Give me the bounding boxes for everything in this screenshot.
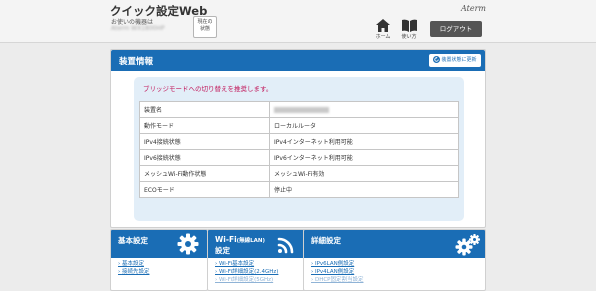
card-wifi-settings: Wi-Fi(無線LAN) 設定 › Wi-Fi基本設定 › Wi-Fi詳細設定(…: [207, 229, 306, 291]
nav-manual-label: 使い方: [401, 34, 417, 40]
current-status-label-1: 現在の: [197, 19, 213, 25]
link-wifi-detail-24ghz[interactable]: › Wi-Fi詳細設定(2.4GHz): [215, 267, 278, 275]
book-icon: [401, 19, 417, 32]
bridge-mode-notice: ブリッジモードへの切り替えを推奨します。: [143, 85, 273, 93]
wifi-icon: [277, 237, 294, 254]
card-title-line2: 設定: [215, 246, 230, 255]
gears-icon: [455, 234, 480, 256]
row-label: IPv4接続状態: [139, 133, 270, 150]
row-value: IPv6インターネット利用可能: [269, 149, 459, 166]
device-info-panel: 装置情報 装置状態に更新 ブリッジモードへの切り替えを推奨します。 装置名 動作…: [110, 49, 486, 228]
row-value: ローカルルータ: [269, 117, 459, 134]
current-status-label-2: 状態: [199, 26, 210, 32]
link-ipv6-lan[interactable]: › IPv6LAN側設定: [311, 259, 354, 267]
card-title: 詳細設定: [311, 236, 341, 245]
table-row: メッシュWi-Fi動作状態 メッシュWi-Fi有効: [139, 165, 459, 182]
row-label: 装置名: [139, 101, 270, 118]
link-ipv4-lan[interactable]: › IPv4LAN側設定: [311, 267, 354, 275]
row-label: メッシュWi-Fi動作状態: [139, 165, 270, 182]
row-label: ECOモード: [139, 181, 270, 198]
nav-home[interactable]: ホーム: [372, 19, 394, 40]
logout-button[interactable]: ログアウト: [430, 21, 482, 37]
nav-home-label: ホーム: [375, 34, 391, 40]
refresh-icon: [433, 56, 441, 63]
row-label: IPv6接続状態: [139, 149, 270, 166]
device-name: Aterm WX1800HP: [111, 25, 165, 32]
row-value: IPv4インターネット利用可能: [269, 133, 459, 150]
refresh-status-button[interactable]: 装置状態に更新: [429, 54, 481, 67]
top-bar: クイック設定Web お使いの機器は Aterm WX1800HP 現在の 状態 …: [0, 0, 596, 43]
card-header: Wi-Fi(無線LAN) 設定: [208, 230, 305, 258]
row-label: 動作モード: [139, 117, 270, 134]
gear-icon: [177, 233, 199, 255]
table-row: IPv6接続状態 IPv6インターネット利用可能: [139, 149, 459, 166]
brand-logo: Aterm: [461, 4, 486, 13]
card-header: 基本設定: [111, 230, 207, 258]
home-icon: [376, 19, 390, 32]
device-info-table: 装置名 動作モード ローカルルータ IPv4接続状態 IPv4インターネット利用…: [139, 101, 459, 198]
card-basic-settings: 基本設定 › 基本設定 › 接続先設定: [110, 229, 208, 291]
refresh-status-label: 装置状態に更新: [441, 57, 477, 63]
link-destination-settings[interactable]: › 接続先設定: [118, 267, 149, 275]
info-box: ブリッジモードへの切り替えを推奨します。 装置名 動作モード ローカルルータ I…: [134, 77, 464, 221]
link-wifi-basic[interactable]: › Wi-Fi基本設定: [215, 259, 254, 267]
nav-manual[interactable]: 使い方: [398, 19, 420, 40]
current-status-button[interactable]: 現在の 状態: [193, 16, 217, 38]
table-row: ECOモード 停止中: [139, 181, 459, 198]
link-dhcp-static[interactable]: › DHCP固定割当設定: [311, 275, 363, 283]
card-title: 基本設定: [118, 236, 148, 245]
card-title: Wi-Fi(無線LAN): [215, 235, 266, 244]
row-value: メッシュWi-Fi有効: [269, 165, 459, 182]
card-header: 詳細設定: [304, 230, 485, 258]
card-advanced-settings: 詳細設定 › IPv6LAN側設定 › IPv4LAN側設定 › DHCP固定割…: [303, 229, 486, 291]
table-row: IPv4接続状態 IPv4インターネット利用可能: [139, 133, 459, 150]
link-basic-settings[interactable]: › 基本設定: [118, 259, 144, 267]
panel-title: 装置情報: [119, 57, 154, 67]
blurred-device-name: [274, 106, 329, 113]
panel-header: 装置情報 装置状態に更新: [111, 50, 485, 71]
link-wifi-detail-5ghz[interactable]: › Wi-Fi詳細設定(5GHz): [215, 275, 273, 283]
row-value: 停止中: [269, 181, 459, 198]
table-row: 装置名: [139, 101, 459, 118]
row-value: [269, 101, 459, 118]
table-row: 動作モード ローカルルータ: [139, 117, 459, 134]
